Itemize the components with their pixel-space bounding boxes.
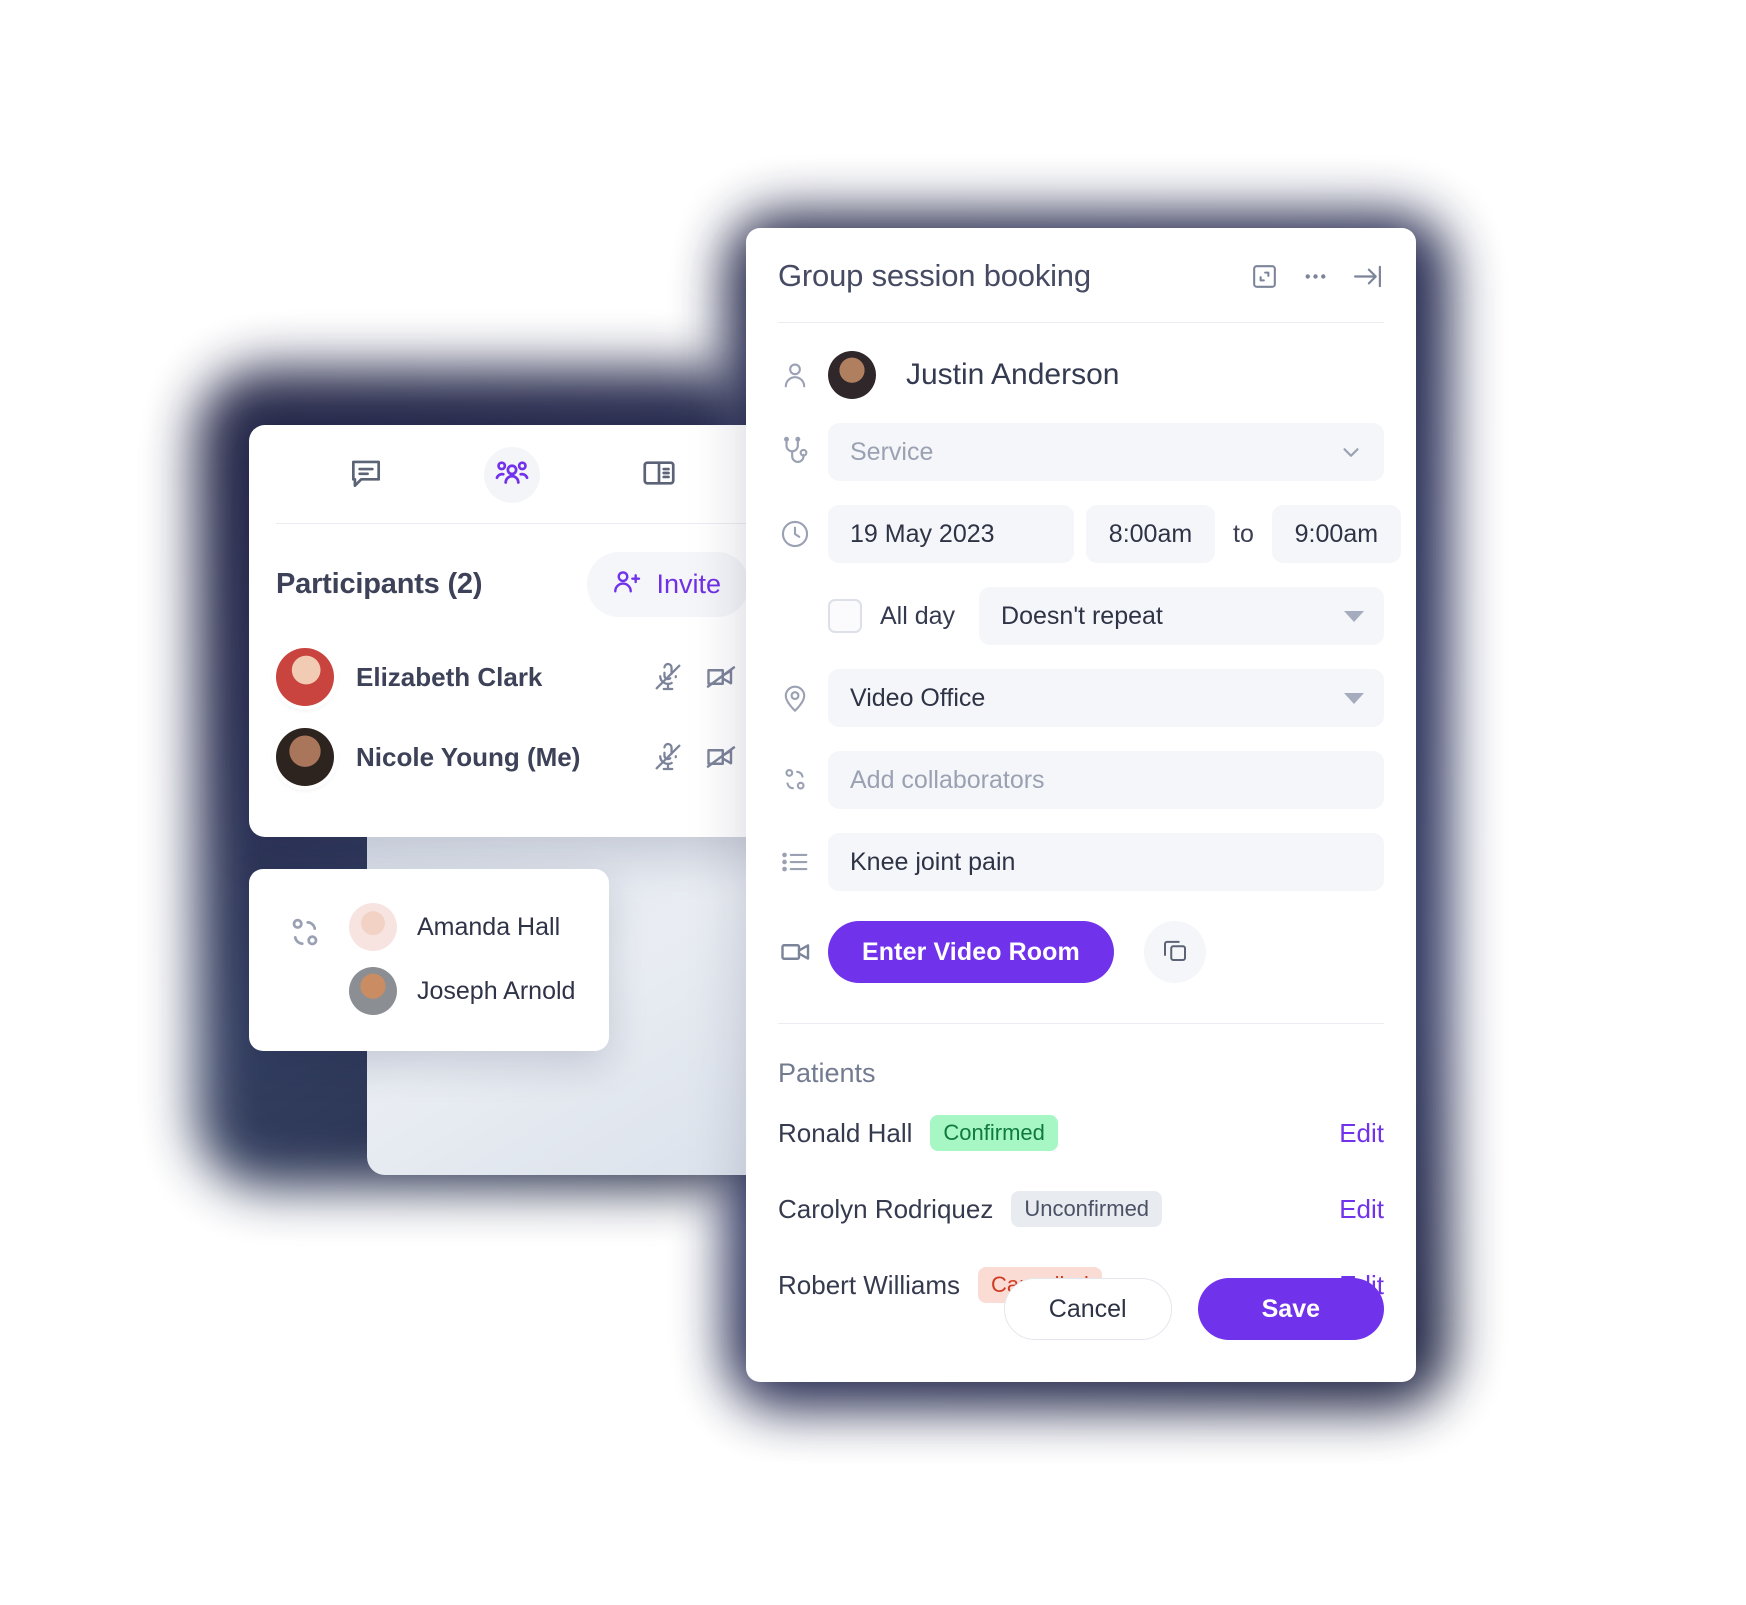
repeat-select[interactable]: Doesn't repeat [979,587,1384,645]
collaborators-icon [778,763,828,797]
arrow-right-to-line-icon[interactable] [1351,260,1384,293]
table-row: Ronald Hall Confirmed Edit [746,1101,1416,1165]
copy-link-button[interactable] [1143,921,1206,983]
header-actions [1249,260,1384,293]
avatar [276,648,334,706]
repeat-value: Doesn't repeat [1001,601,1163,630]
expand-panel-icon[interactable] [1249,261,1280,292]
more-horizontal-icon[interactable] [1300,261,1331,292]
booking-form: Justin Anderson Service 19 May 2023 8:00… [746,351,1416,983]
enter-video-room-button[interactable]: Enter Video Room [828,921,1114,983]
tab-chat[interactable] [338,447,394,503]
patients-section-title: Patients [778,1058,876,1088]
collaborator-name: Joseph Arnold [417,976,576,1005]
save-button[interactable]: Save [1197,1278,1384,1340]
status-badge: Unconfirmed [1011,1191,1163,1227]
location-row: Video Office [778,669,1384,727]
date-input[interactable]: 19 May 2023 [828,505,1074,563]
camera-off-icon[interactable] [695,650,749,704]
edit-link[interactable]: Edit [1339,1194,1384,1225]
table-row: Carolyn Rodriquez Unconfirmed Edit [746,1177,1416,1241]
edit-link[interactable]: Edit [1339,1118,1384,1149]
participants-panel: Participants (2) Invite Elizabeth Clark [249,425,776,837]
list-icon [778,845,828,879]
triangle-down-icon [1344,692,1364,704]
status-badge: Confirmed [930,1115,1058,1151]
avatar [349,903,397,951]
location-select[interactable]: Video Office [828,669,1384,727]
chevron-down-icon [1338,439,1364,465]
patient-name: Ronald Hall [778,1117,913,1148]
map-pin-icon [778,681,828,715]
video-camera-icon [778,934,828,970]
user-plus-icon [611,566,643,603]
video-panel-tabs [249,425,776,523]
page-title: Group session booking [778,258,1091,293]
tab-participants[interactable] [484,447,541,503]
people-group-icon [493,454,531,497]
collaborator-row[interactable]: Amanda Hall [349,895,609,959]
book-panel-icon [640,454,678,497]
collaborators-placeholder: Add collaborators [850,765,1045,794]
participants-count-title: Participants (2) [276,568,483,600]
stethoscope-icon [778,435,828,469]
avatar [828,351,876,399]
service-row: Service [778,423,1384,481]
copy-icon [1160,935,1190,970]
triangle-down-icon [1344,610,1364,622]
location-value: Video Office [850,683,986,712]
booking-header: Group session booking [746,228,1416,294]
booking-panel: Group session booking Justin Anderson Se… [746,228,1416,1382]
start-time-input[interactable]: 8:00am [1086,505,1215,563]
participant-name: Nicole Young (Me) [356,741,581,772]
all-day-checkbox[interactable] [828,599,862,633]
avatar [349,967,397,1015]
collaborators-popup: Amanda Hall Joseph Arnold [249,869,609,1051]
booking-footer: Cancel Save [746,1278,1416,1340]
collaborators-row: Add collaborators [778,751,1384,809]
time-range-separator: to [1233,519,1254,548]
collaborator-name: Amanda Hall [417,912,561,941]
owner-name: Justin Anderson [906,358,1120,391]
camera-off-icon[interactable] [695,730,749,784]
end-time-input[interactable]: 9:00am [1271,505,1401,563]
service-placeholder: Service [850,437,934,466]
owner-row: Justin Anderson [778,351,1384,399]
all-day-toggle[interactable]: All day [828,599,955,633]
person-icon [778,358,828,392]
participant-row[interactable]: Elizabeth Clark [276,637,749,717]
collaborator-row[interactable]: Joseph Arnold [349,959,609,1023]
tab-notes[interactable] [631,447,687,503]
all-day-label: All day [880,601,956,630]
schedule-row: 19 May 2023 8:00am to 9:00am [778,505,1401,563]
video-room-row: Enter Video Room [778,921,1384,983]
cancel-button[interactable]: Cancel [1003,1278,1172,1340]
mic-off-icon[interactable] [641,730,695,784]
mic-off-icon[interactable] [641,650,695,704]
invite-label: Invite [656,569,721,599]
service-input[interactable]: Service [828,423,1384,481]
header-divider [778,322,1384,323]
avatar [276,728,334,786]
chat-bubble-icon [347,454,385,497]
invite-button[interactable]: Invite [587,552,749,617]
reason-row: Knee joint pain [778,833,1384,891]
participant-name: Elizabeth Clark [356,661,543,692]
participant-row[interactable]: Nicole Young (Me) [276,717,749,797]
clock-icon [778,517,828,551]
collaborators-input[interactable]: Add collaborators [828,751,1384,809]
participants-header: Participants (2) Invite [249,524,776,631]
stage: Participants (2) Invite Elizabeth Clark [0,0,1746,1605]
participants-list: Elizabeth Clark Nicole Young (Me) [249,631,776,837]
patient-name: Carolyn Rodriquez [778,1193,994,1224]
collaborators-icon [283,911,327,955]
reason-input[interactable]: Knee joint pain [828,833,1384,891]
allday-repeat-row: All day Doesn't repeat [778,587,1384,645]
